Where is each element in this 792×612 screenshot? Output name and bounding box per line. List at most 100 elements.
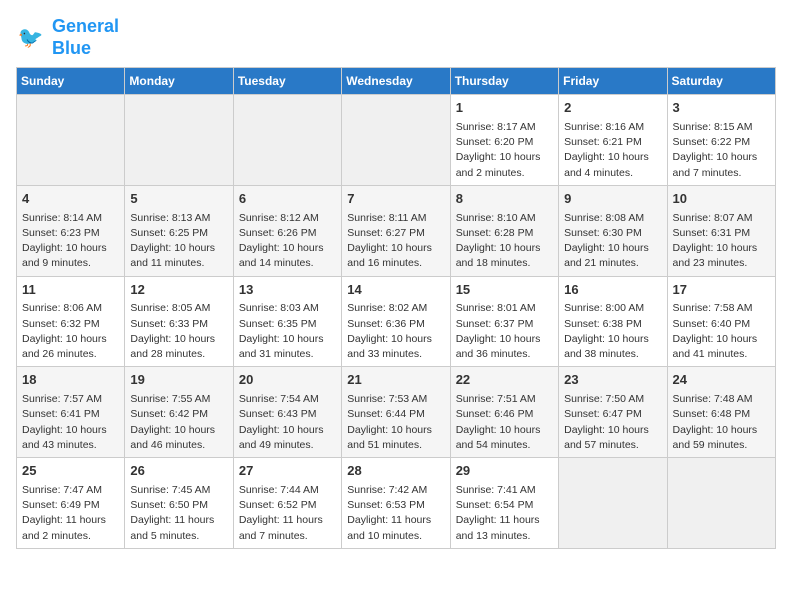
day-info: Sunset: 6:41 PM	[22, 407, 119, 422]
day-info: Daylight: 11 hours and 7 minutes.	[239, 513, 336, 543]
day-info: Sunset: 6:53 PM	[347, 498, 444, 513]
day-info: Daylight: 10 hours and 16 minutes.	[347, 241, 444, 271]
day-info: Daylight: 11 hours and 2 minutes.	[22, 513, 119, 543]
day-number: 7	[347, 190, 444, 209]
day-info: Sunset: 6:28 PM	[456, 226, 553, 241]
day-cell: 11Sunrise: 8:06 AMSunset: 6:32 PMDayligh…	[17, 276, 125, 367]
day-info: Sunrise: 7:57 AM	[22, 392, 119, 407]
day-info: Daylight: 10 hours and 36 minutes.	[456, 332, 553, 362]
day-info: Sunset: 6:37 PM	[456, 317, 553, 332]
day-info: Sunrise: 7:48 AM	[673, 392, 770, 407]
day-info: Daylight: 10 hours and 41 minutes.	[673, 332, 770, 362]
day-cell	[17, 95, 125, 186]
day-info: Sunset: 6:33 PM	[130, 317, 227, 332]
day-info: Sunrise: 8:01 AM	[456, 301, 553, 316]
day-info: Daylight: 10 hours and 18 minutes.	[456, 241, 553, 271]
day-cell: 24Sunrise: 7:48 AMSunset: 6:48 PMDayligh…	[667, 367, 775, 458]
day-info: Sunset: 6:40 PM	[673, 317, 770, 332]
day-info: Daylight: 10 hours and 57 minutes.	[564, 423, 661, 453]
day-info: Sunset: 6:52 PM	[239, 498, 336, 513]
day-info: Sunrise: 7:41 AM	[456, 483, 553, 498]
day-info: Daylight: 10 hours and 4 minutes.	[564, 150, 661, 180]
day-info: Sunset: 6:22 PM	[673, 135, 770, 150]
day-info: Sunset: 6:44 PM	[347, 407, 444, 422]
day-info: Daylight: 10 hours and 7 minutes.	[673, 150, 770, 180]
day-number: 17	[673, 281, 770, 300]
day-info: Daylight: 10 hours and 51 minutes.	[347, 423, 444, 453]
week-row-4: 18 Sunrise: 7:57 AMSunset: 6:41 PM Dayligh…	[17, 367, 776, 458]
header-row: SundayMondayTuesdayWednesdayThursdayFrid…	[17, 68, 776, 95]
day-info: Sunrise: 8:05 AM	[130, 301, 227, 316]
week-row-3: 11Sunrise: 8:06 AMSunset: 6:32 PMDayligh…	[17, 276, 776, 367]
day-info: Daylight: 10 hours and 31 minutes.	[239, 332, 336, 362]
day-cell	[233, 95, 341, 186]
day-number: 24	[673, 371, 770, 390]
col-header-wednesday: Wednesday	[342, 68, 450, 95]
day-number: 19	[130, 371, 227, 390]
day-cell	[342, 95, 450, 186]
day-info: Sunrise: 8:07 AM	[673, 211, 770, 226]
day-number: 18	[22, 371, 119, 390]
day-info: Sunset: 6:47 PM	[564, 407, 661, 422]
day-cell: 28Sunrise: 7:42 AMSunset: 6:53 PMDayligh…	[342, 458, 450, 549]
day-cell: 7Sunrise: 8:11 AMSunset: 6:27 PMDaylight…	[342, 185, 450, 276]
col-header-tuesday: Tuesday	[233, 68, 341, 95]
day-info: Sunset: 6:21 PM	[564, 135, 661, 150]
day-info: Sunrise: 8:08 AM	[564, 211, 661, 226]
day-number: 3	[673, 99, 770, 118]
day-info: Daylight: 10 hours and 46 minutes.	[130, 423, 227, 453]
day-info: Daylight: 10 hours and 21 minutes.	[564, 241, 661, 271]
day-info: Daylight: 10 hours and 11 minutes.	[130, 241, 227, 271]
col-header-thursday: Thursday	[450, 68, 558, 95]
day-info: Sunset: 6:36 PM	[347, 317, 444, 332]
day-number: 2	[564, 99, 661, 118]
day-info: Daylight: 10 hours and 33 minutes.	[347, 332, 444, 362]
day-info: Sunrise: 7:58 AM	[673, 301, 770, 316]
calendar-table: SundayMondayTuesdayWednesdayThursdayFrid…	[16, 67, 776, 549]
day-number: 20	[239, 371, 336, 390]
day-number: 9	[564, 190, 661, 209]
week-row-1: 1Sunrise: 8:17 AMSunset: 6:20 PMDaylight…	[17, 95, 776, 186]
day-cell: 15Sunrise: 8:01 AMSunset: 6:37 PMDayligh…	[450, 276, 558, 367]
day-info: Sunset: 6:35 PM	[239, 317, 336, 332]
day-info: Sunrise: 7:44 AM	[239, 483, 336, 498]
day-cell: 9Sunrise: 8:08 AMSunset: 6:30 PMDaylight…	[559, 185, 667, 276]
day-info: Sunrise: 8:11 AM	[347, 211, 444, 226]
day-cell: 19Sunrise: 7:55 AMSunset: 6:42 PMDayligh…	[125, 367, 233, 458]
day-cell: 16Sunrise: 8:00 AMSunset: 6:38 PMDayligh…	[559, 276, 667, 367]
day-number: 14	[347, 281, 444, 300]
day-info: Daylight: 10 hours and 26 minutes.	[22, 332, 119, 362]
day-info: Daylight: 11 hours and 13 minutes.	[456, 513, 553, 543]
day-info: Daylight: 10 hours and 2 minutes.	[456, 150, 553, 180]
col-header-saturday: Saturday	[667, 68, 775, 95]
day-info: Sunrise: 7:42 AM	[347, 483, 444, 498]
day-cell: 20Sunrise: 7:54 AMSunset: 6:43 PMDayligh…	[233, 367, 341, 458]
day-number: 10	[673, 190, 770, 209]
day-cell: 25Sunrise: 7:47 AMSunset: 6:49 PMDayligh…	[17, 458, 125, 549]
day-info: Sunset: 6:38 PM	[564, 317, 661, 332]
day-cell: 10Sunrise: 8:07 AMSunset: 6:31 PMDayligh…	[667, 185, 775, 276]
day-cell: 5Sunrise: 8:13 AMSunset: 6:25 PMDaylight…	[125, 185, 233, 276]
day-cell: 12Sunrise: 8:05 AMSunset: 6:33 PMDayligh…	[125, 276, 233, 367]
day-number: 11	[22, 281, 119, 300]
day-info: Sunset: 6:49 PM	[22, 498, 119, 513]
day-number: 16	[564, 281, 661, 300]
day-info: Daylight: 11 hours and 10 minutes.	[347, 513, 444, 543]
day-cell: 2Sunrise: 8:16 AMSunset: 6:21 PMDaylight…	[559, 95, 667, 186]
day-info: Sunset: 6:25 PM	[130, 226, 227, 241]
day-info: Sunrise: 8:17 AM	[456, 120, 553, 135]
day-info: Daylight: 11 hours and 5 minutes.	[130, 513, 227, 543]
day-info: Sunset: 6:54 PM	[456, 498, 553, 513]
day-cell: 4Sunrise: 8:14 AMSunset: 6:23 PMDaylight…	[17, 185, 125, 276]
logo-text: General Blue	[52, 16, 119, 59]
day-info: Sunrise: 8:00 AM	[564, 301, 661, 316]
day-info: Sunrise: 8:13 AM	[130, 211, 227, 226]
day-cell: 22Sunrise: 7:51 AMSunset: 6:46 PMDayligh…	[450, 367, 558, 458]
day-info: Sunset: 6:48 PM	[673, 407, 770, 422]
day-info: Sunrise: 7:53 AM	[347, 392, 444, 407]
svg-text:🐦: 🐦	[18, 26, 44, 49]
day-info: Daylight: 10 hours and 23 minutes.	[673, 241, 770, 271]
day-info: Sunrise: 7:45 AM	[130, 483, 227, 498]
day-number: 6	[239, 190, 336, 209]
day-info: Sunrise: 8:12 AM	[239, 211, 336, 226]
